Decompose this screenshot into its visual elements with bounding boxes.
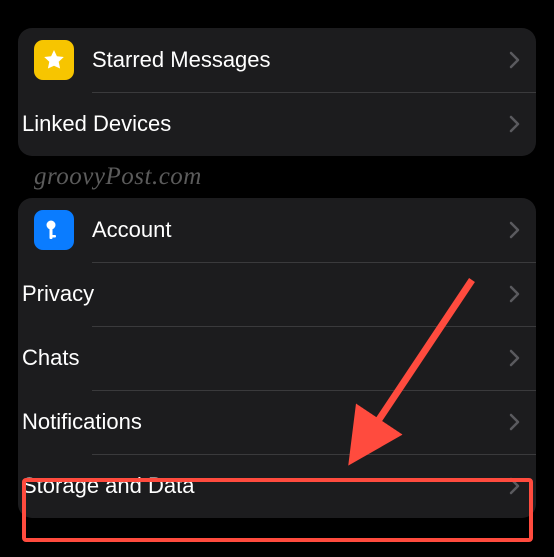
settings-section-1: Starred Messages Linked Devices — [18, 28, 536, 156]
settings-section-2: Account Privacy Chats Notifications — [18, 198, 536, 518]
row-privacy[interactable]: Privacy — [18, 262, 536, 326]
watermark-text: groovyPost.com — [34, 163, 202, 191]
row-label: Notifications — [22, 409, 491, 435]
row-label: Starred Messages — [92, 47, 491, 73]
row-label: Account — [92, 217, 491, 243]
row-label: Chats — [22, 345, 491, 371]
chevron-right-icon — [509, 285, 520, 303]
row-linked-devices[interactable]: Linked Devices — [18, 92, 536, 156]
star-icon — [34, 40, 74, 80]
row-label: Privacy — [22, 281, 491, 307]
row-chats[interactable]: Chats — [18, 326, 536, 390]
row-account[interactable]: Account — [18, 198, 536, 262]
chevron-right-icon — [509, 115, 520, 133]
row-label: Linked Devices — [22, 111, 491, 137]
row-storage-and-data[interactable]: Storage and Data — [18, 454, 536, 518]
row-notifications[interactable]: Notifications — [18, 390, 536, 454]
row-label: Storage and Data — [22, 473, 491, 499]
chevron-right-icon — [509, 221, 520, 239]
chevron-right-icon — [509, 413, 520, 431]
key-icon — [34, 210, 74, 250]
chevron-right-icon — [509, 51, 520, 69]
chevron-right-icon — [509, 349, 520, 367]
row-starred-messages[interactable]: Starred Messages — [18, 28, 536, 92]
chevron-right-icon — [509, 477, 520, 495]
